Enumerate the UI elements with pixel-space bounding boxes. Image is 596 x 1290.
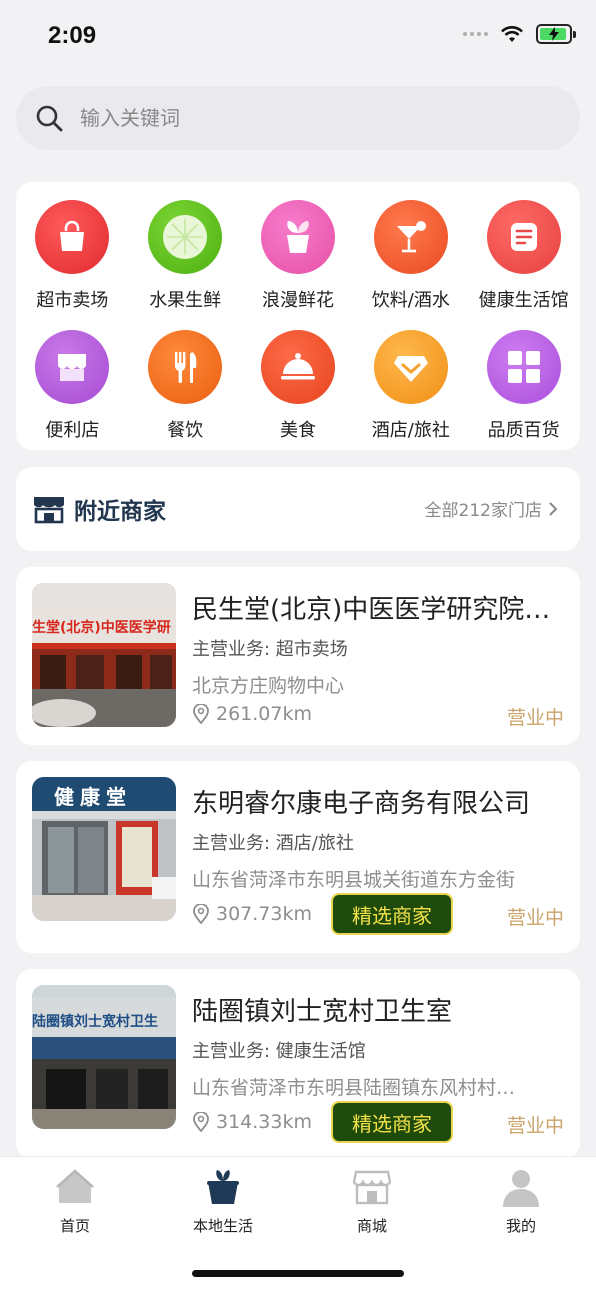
distance-value: 307.73km xyxy=(216,903,312,925)
home-icon xyxy=(56,1169,94,1203)
merchant-business: 主营业务: 酒店/旅社 xyxy=(192,833,354,854)
user-icon xyxy=(503,1170,539,1207)
category-label: 饮料/酒水 xyxy=(371,290,450,311)
chevron-right-icon xyxy=(549,501,558,516)
category-goods[interactable]: 品质百货 xyxy=(467,330,580,442)
merchant-distance: 261.07km xyxy=(192,703,312,725)
storefront-icon xyxy=(34,497,64,524)
tab-mine[interactable]: 我的 xyxy=(466,1167,576,1236)
tab-label: 首页 xyxy=(59,1217,90,1235)
status-bar: 2:09 xyxy=(0,0,596,70)
merchant-card[interactable]: 生堂(北京)中医医学研 民生堂(北京)中医医学研究院… 主营业务: 超市卖场 北… xyxy=(16,567,580,745)
tab-mall[interactable]: 商城 xyxy=(317,1167,427,1236)
open-status: 营业中 xyxy=(506,907,564,929)
merchant-card[interactable]: 健康堂 东明睿尔康电子商务有限公司 主营业务: 酒店/旅社 山东省菏泽市东明县城… xyxy=(16,761,580,953)
category-flowers[interactable]: 浪漫鲜花 xyxy=(242,200,355,312)
category-convenience[interactable]: 便利店 xyxy=(16,330,129,442)
nearby-title: 附近商家 xyxy=(74,499,166,525)
featured-merchant-badge: 精选商家 xyxy=(331,1101,453,1143)
location-pin-icon xyxy=(193,904,209,924)
bottom-tab-bar: 首页 本地生活 商城 我的 xyxy=(0,1156,596,1290)
home-indicator xyxy=(192,1270,404,1277)
merchant-photo: 生堂(北京)中医医学研 xyxy=(32,583,176,727)
merchant-business: 主营业务: 健康生活馆 xyxy=(192,1041,366,1062)
status-icons xyxy=(463,24,576,44)
tab-home[interactable]: 首页 xyxy=(20,1167,130,1236)
location-pin-icon xyxy=(193,1112,209,1132)
tab-label: 我的 xyxy=(505,1217,536,1235)
battery-icon xyxy=(536,24,576,44)
category-panel: 超市卖场 水果生鲜 浪漫鲜花 饮料/酒水 健康生活馆 便利店 餐饮 美食 酒店/… xyxy=(16,182,580,450)
tab-local-life[interactable]: 本地生活 xyxy=(168,1167,278,1236)
document-icon xyxy=(486,200,561,274)
featured-merchant-badge: 精选商家 xyxy=(331,893,453,935)
open-status: 营业中 xyxy=(506,1115,564,1137)
merchant-photo: 健康堂 xyxy=(32,777,176,921)
distance-value: 261.07km xyxy=(216,703,312,725)
category-label: 超市卖场 xyxy=(36,290,109,311)
search-bar[interactable] xyxy=(16,86,580,150)
merchant-business: 主营业务: 超市卖场 xyxy=(192,639,348,660)
merchant-name: 东明睿尔康电子商务有限公司 xyxy=(192,789,531,819)
category-food[interactable]: 美食 xyxy=(242,330,355,442)
merchant-distance: 307.73km xyxy=(192,903,312,925)
gift-bag-icon xyxy=(207,1170,239,1204)
merchant-address: 山东省菏泽市东明县城关街道东方金街 xyxy=(192,869,516,891)
shopping-bag-icon xyxy=(35,200,110,274)
flower-pot-icon xyxy=(260,200,335,274)
signal-icon xyxy=(463,32,488,36)
location-pin-icon xyxy=(193,704,209,724)
wifi-icon xyxy=(501,26,523,42)
fruit-icon xyxy=(148,200,223,274)
category-label: 酒店/旅社 xyxy=(371,420,450,441)
tab-label: 本地生活 xyxy=(192,1217,253,1235)
status-time: 2:09 xyxy=(48,22,97,49)
category-drinks[interactable]: 饮料/酒水 xyxy=(354,200,467,312)
photo-sign-text: 生堂(北京)中医医学研 xyxy=(32,620,171,636)
category-supermarket[interactable]: 超市卖场 xyxy=(16,200,129,312)
grid-icon xyxy=(486,330,561,404)
merchant-address: 山东省菏泽市东明县陆圈镇东风村村… xyxy=(192,1077,516,1099)
merchant-photo: 陆圈镇刘士宽村卫生 xyxy=(32,985,176,1129)
open-status: 营业中 xyxy=(506,707,564,729)
store-icon xyxy=(35,330,110,404)
merchant-card[interactable]: 陆圈镇刘士宽村卫生 陆圈镇刘士宽村卫生室 主营业务: 健康生活馆 山东省菏泽市东… xyxy=(16,969,580,1159)
category-health[interactable]: 健康生活馆 xyxy=(467,200,580,312)
merchant-name: 民生堂(北京)中医医学研究院… xyxy=(192,595,551,625)
merchant-address: 北京方庄购物中心 xyxy=(192,675,345,697)
category-dining[interactable]: 餐饮 xyxy=(129,330,242,442)
category-label: 品质百货 xyxy=(487,420,560,441)
merchant-name: 陆圈镇刘士宽村卫生室 xyxy=(192,997,453,1027)
distance-value: 314.33km xyxy=(216,1111,312,1133)
search-input[interactable] xyxy=(80,106,550,130)
cocktail-icon xyxy=(373,200,448,274)
category-hotel[interactable]: 酒店/旅社 xyxy=(354,330,467,442)
category-label: 便利店 xyxy=(45,420,100,441)
mall-icon xyxy=(352,1170,392,1205)
search-area xyxy=(0,70,596,166)
search-icon xyxy=(36,105,63,132)
all-stores-label: 全部212家门店 xyxy=(424,501,542,521)
category-fruit[interactable]: 水果生鲜 xyxy=(129,200,242,312)
fork-knife-icon xyxy=(148,330,223,404)
diamond-icon xyxy=(373,330,448,404)
photo-sign-text: 健康堂 xyxy=(54,785,132,809)
food-cloche-icon xyxy=(260,330,335,404)
all-stores-link[interactable]: 全部212家门店 xyxy=(425,496,558,521)
tab-label: 商城 xyxy=(356,1217,387,1235)
category-label: 浪漫鲜花 xyxy=(261,290,334,311)
category-label: 餐饮 xyxy=(167,420,204,441)
photo-sign-text: 陆圈镇刘士宽村卫生 xyxy=(32,1014,158,1030)
category-label: 水果生鲜 xyxy=(149,290,222,311)
merchant-distance: 314.33km xyxy=(192,1111,312,1133)
category-label: 健康生活馆 xyxy=(478,290,569,311)
category-label: 美食 xyxy=(279,420,316,441)
nearby-header: 附近商家 全部212家门店 xyxy=(16,467,580,551)
